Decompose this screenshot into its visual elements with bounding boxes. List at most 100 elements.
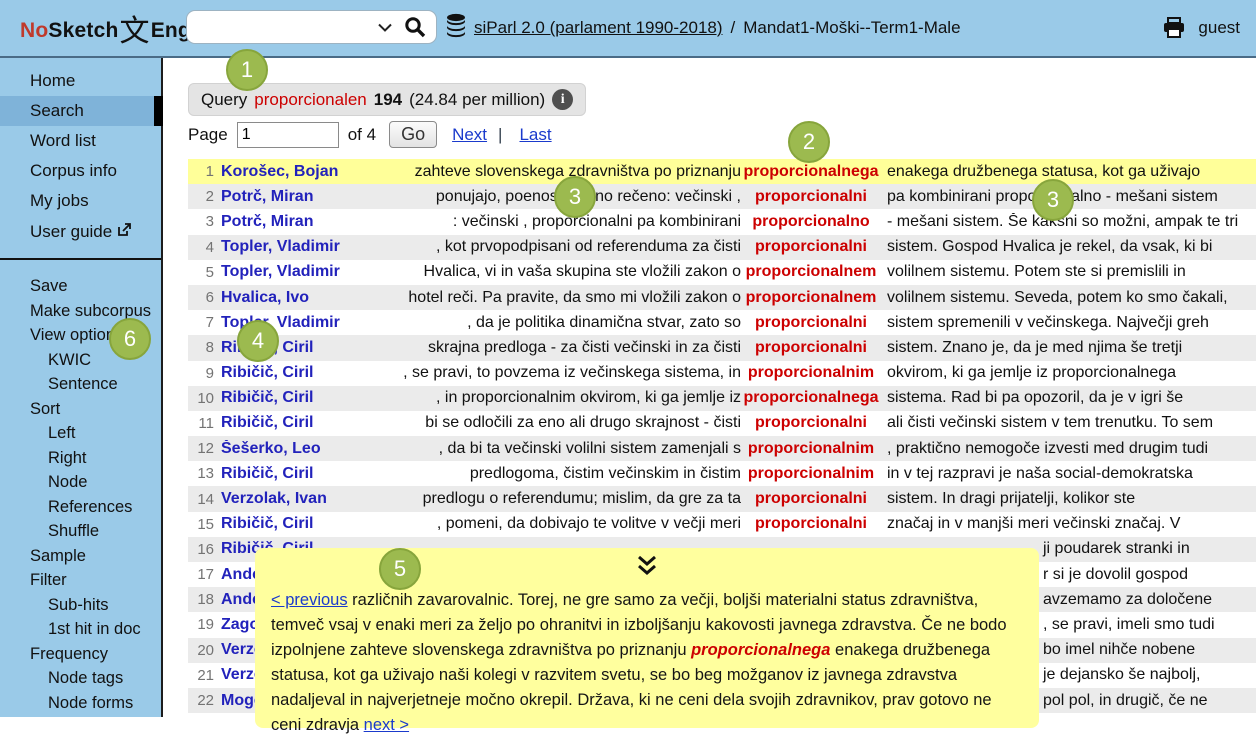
kwic-link[interactable]: proporcionalni [741,515,881,533]
query-label: Query [201,90,247,110]
next-page-link[interactable]: Next [452,125,487,145]
query-per-million: (24.84 per million) [409,90,545,110]
kwic-link[interactable]: proporcionalni [741,238,881,256]
kwic-link[interactable]: proporcionalni [741,414,881,432]
search-input[interactable] [147,12,366,42]
sidebar-item-save[interactable]: Save [0,274,161,299]
previous-context-link[interactable]: < previous [271,591,348,609]
speaker-link[interactable]: Ribičič, Ciril [215,364,379,382]
left-context: , kot prvopodpisani od referenduma za či… [379,238,741,256]
sidebar-item-left[interactable]: Left [0,421,161,446]
sidebar-item-sentence[interactable]: Sentence [0,372,161,397]
kwic-link[interactable]: proporcionalnim [741,364,881,382]
row-number: 20 [188,642,215,659]
sidebar-item-references[interactable]: References [0,495,161,520]
row-number: 9 [188,365,215,382]
sidebar-item-sample[interactable]: Sample [0,544,161,569]
concordance-row: 6Hvalica, Ivohotel reči. Pa pravite, da … [188,285,1256,310]
dropdown-chevron-icon[interactable] [378,23,392,32]
kwic-link[interactable]: proporcionalnega [741,163,881,181]
sidebar-item-corpus-info[interactable]: Corpus info [0,156,161,186]
right-context: sistem spremenili v večinskega. Največji… [881,314,1256,332]
concordance-row: 1Korošec, Bojanzahteve slovenskega zdrav… [188,159,1256,184]
sidebar-item-node-forms[interactable]: Node forms [0,691,161,716]
kwic-link[interactable]: proporcionalnem [741,263,881,281]
info-icon[interactable]: i [552,89,573,110]
row-number: 18 [188,591,215,608]
speaker-link[interactable]: Ribičič, Ciril [215,389,379,407]
left-context: predlogoma, čistim večinskim in čistim [379,465,741,483]
sidebar-item-node[interactable]: Node [0,470,161,495]
right-context: sistema. Rad bi pa opozoril, da je v igr… [881,389,1256,407]
user-label: guest [1198,18,1240,38]
kwic-link[interactable]: proporcionalni [741,339,881,357]
top-bar: NoSketch文Engine siParl 2.0 (parlament 19… [0,0,1256,58]
speaker-link[interactable]: Ribičič, Ciril [215,465,379,483]
kwic-link[interactable]: proporcionalnim [741,440,881,458]
double-chevron-down-icon[interactable] [634,555,660,585]
right-context: , praktično nemogoče izvesti med drugim … [881,440,1256,458]
right-context: - mešani sistem. Še kakšni so možni, amp… [881,213,1256,231]
sidebar-item-word-list[interactable]: Word list [0,126,161,156]
speaker-link[interactable]: Ribičič, Ciril [215,515,379,533]
sidebar-item-node-tags[interactable]: Node tags [0,666,161,691]
speaker-link[interactable]: Potrč, Miran [215,188,379,206]
go-button[interactable]: Go [389,121,437,148]
breadcrumb-separator: / [731,18,736,38]
sidebar-item-sub-hits[interactable]: Sub-hits [0,593,161,618]
speaker-link[interactable]: Hvalica, Ivo [215,289,379,307]
right-context: volilnem sistemu. Potem ste si premislil… [881,263,1256,281]
sidebar-item-1st-hit-in-doc[interactable]: 1st hit in doc [0,617,161,642]
kwic-link[interactable]: proporcionalni [741,490,881,508]
annotation-badge: 5 [379,548,421,590]
sidebar-item-shuffle[interactable]: Shuffle [0,519,161,544]
sidebar-item-home[interactable]: Home [0,66,161,96]
kwic-link[interactable]: proporcionalnim [741,465,881,483]
sidebar-item-right[interactable]: Right [0,446,161,471]
sidebar-item-label: Frequency [30,645,108,663]
sidebar-item-frequency[interactable]: Frequency [0,642,161,667]
speaker-link[interactable]: Korošec, Bojan [215,163,379,181]
speaker-link[interactable]: Šešerko, Leo [215,440,379,458]
database-icon [446,13,466,44]
sidebar-item-label: KWIC [48,351,91,369]
kwic-link[interactable]: proporcionalni [741,314,881,332]
sidebar-item-search[interactable]: Search [0,96,161,126]
logo-glyph: 文 [119,15,149,48]
kwic-link[interactable]: proporcionalno [741,213,881,231]
last-page-link[interactable]: Last [519,125,551,145]
kwic-link[interactable]: proporcionalni [741,188,881,206]
user-area: guest [1162,0,1240,56]
corpus-link[interactable]: siParl 2.0 (parlament 1990-2018) [474,18,723,38]
sidebar-item-label: Node tags [48,669,123,687]
annotation-badge: 1 [226,49,268,91]
sidebar-item-label: Search [30,101,84,120]
page-input[interactable] [237,122,339,148]
row-number: 22 [188,692,215,709]
sidebar-item-label: Sort [30,400,60,418]
speaker-link[interactable]: Topler, Vladimir [215,263,379,281]
speaker-link[interactable]: Ribičič, Ciril [215,414,379,432]
row-number: 12 [188,440,215,457]
sidebar-item-filter[interactable]: Filter [0,568,161,593]
pagination-separator: | [498,125,502,145]
annotation-badge: 3 [1032,179,1074,221]
speaker-link[interactable]: Potrč, Miran [215,213,379,231]
search-icon[interactable] [404,16,426,38]
row-number: 8 [188,339,215,356]
row-number: 14 [188,491,215,508]
sidebar-item-label: Sentence [48,375,118,393]
sidebar-item-sort[interactable]: Sort [0,397,161,422]
sidebar-item-label: Right [48,449,87,467]
kwic-link[interactable]: proporcionalnem [741,289,881,307]
speaker-link[interactable]: Verzolak, Ivan [215,490,379,508]
kwic-link[interactable]: proporcionalnega [741,389,881,407]
next-context-link[interactable]: next > [364,716,409,734]
print-icon[interactable] [1162,17,1186,39]
external-link-icon [118,221,131,240]
left-context: , pomeni, da dobivajo te volitve v večji… [379,515,741,533]
sidebar-item-user-guide[interactable]: User guide [0,216,161,246]
speaker-link[interactable]: Topler, Vladimir [215,238,379,256]
row-number: 17 [188,566,215,583]
sidebar-item-my-jobs[interactable]: My jobs [0,186,161,216]
